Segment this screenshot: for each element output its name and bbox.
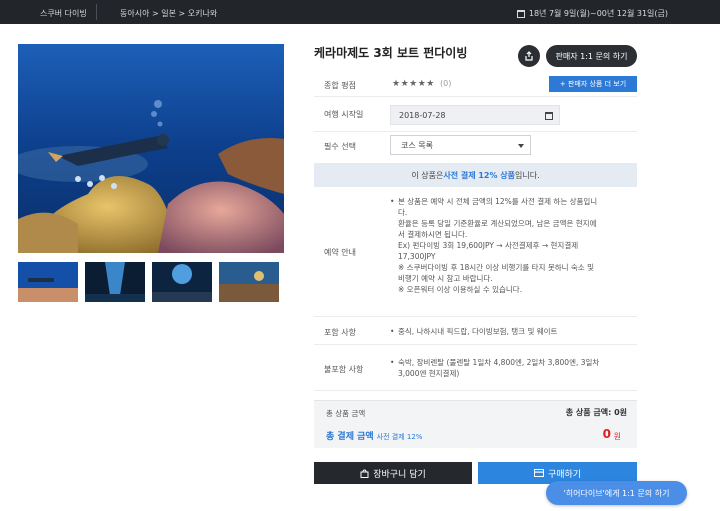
option-label: 필수 선택 [324,142,356,151]
prepayment-rate: 사전 결제 12% [376,433,423,441]
add-to-cart-button[interactable]: 장바구니 담기 [314,462,472,484]
notice-highlight: 사전 결제 12% 상품 [443,170,516,180]
travel-date-value: 2018-07-28 [399,110,446,120]
share-icon [525,51,533,61]
date-label: 여행 시작일 [324,110,364,119]
thumbnail-4[interactable] [219,262,279,302]
thumbnail-1[interactable] [18,262,78,302]
rating-count: (0) [440,79,452,88]
sale-period: 18년 7월 9일(월)~00년 12월 31일(금) [516,8,668,19]
total-product-label: 총 상품 금액 [326,409,366,418]
option-row: 필수 선택 코스 목록 [314,132,637,160]
excluded-line: 숙박, 장비렌탈 (풀렌탈 1일차 4,800엔, 2일차 3,800엔, 3일… [390,357,630,368]
included-label: 포함 사항 [324,328,356,337]
reservation-info: 본 상품은 예약 시 전체 금액의 12%를 사전 결제 하는 상품입니 다. … [390,196,630,295]
underwater-photo [18,44,284,253]
reservation-line: 서 결제하시면 됩니다. [398,230,468,239]
travel-date-input[interactable]: 2018-07-28 [390,105,560,125]
bag-icon [360,468,369,478]
included-text: 중식, 나하시내 픽드랍, 다이빙보험, 탱크 및 웨이트 [390,326,630,337]
top-bar: 스쿠버 다이빙 동아시아 > 일본 > 오키나와 18년 7월 9일(월)~00… [0,0,720,24]
reservation-line: ※ 스쿠버다이빙 후 18시간 이상 비행기를 타지 못하니 숙소 및 [398,263,594,272]
thumbnail-3[interactable] [152,262,212,302]
total-payment-value: 0 [602,427,611,441]
excluded-row: 불포함 사항 숙박, 장비렌탈 (풀렌탈 1일차 4,800엔, 2일차 3,8… [314,345,637,391]
reservation-line: ※ 오픈워터 이상 이용하실 수 있습니다. [398,285,523,294]
reservation-line: 비행기 예약 시 참고 바랍니다. [398,274,493,283]
thumbnail-2[interactable] [85,262,145,302]
date-row: 여행 시작일 2018-07-28 [314,97,637,132]
calendar-icon[interactable] [545,112,553,120]
excluded-info: 숙박, 장비렌탈 (풀렌탈 1일차 4,800엔, 2일차 3,800엔, 3일… [390,357,630,379]
total-payment-unit: 원 [613,432,621,441]
rating-stars: ★★★★★ [392,79,435,89]
divider [96,4,97,20]
rating-row: 종합 평점 ★★★★★ (0) + 판매자 상품 더 보기 [314,73,637,97]
total-payment-label-text: 총 결제 금액 [326,432,374,442]
product-title: 케라마제도 3회 보트 펀다이빙 [314,46,468,60]
seller-inquiry-button[interactable]: 판매자 1:1 문의 하기 [546,45,637,67]
add-to-cart-label: 장바구니 담기 [373,469,426,480]
main-product-photo[interactable] [18,44,284,253]
chat-inquiry-button[interactable]: '히어다이브'에게 1:1 문의 하기 [546,481,687,505]
total-product-value: 총 상품 금액: 0원 [565,408,627,417]
totals-box: 총 상품 금액 총 상품 금액: 0원 총 결제 금액 사전 결제 12% 0 원 [314,400,637,448]
chevron-down-icon [518,144,524,148]
reservation-line: 17,300JPY [398,252,436,261]
card-icon [533,469,544,477]
buy-label: 구매하기 [547,469,582,480]
notice-suffix: 입니다. [515,170,540,180]
reservation-label: 예약 안내 [324,248,356,257]
reservation-line: Ex) 펀다이빙 3회 19,600JPY → 사전결제후 → 현지결제 [398,241,579,250]
reservation-row: 예약 안내 본 상품은 예약 시 전체 금액의 12%를 사전 결제 하는 상품… [314,190,637,317]
course-select[interactable]: 코스 목록 [390,135,531,155]
share-button[interactable] [518,45,540,67]
reservation-line: 본 상품은 예약 시 전체 금액의 12%를 사전 결제 하는 상품입니 [390,196,630,207]
excluded-line: 3,000엔 현지결제) [398,369,460,378]
reservation-line: 다. [398,208,408,217]
rating-label: 종합 평점 [324,81,356,90]
reservation-line: 환율은 등록 당일 기준환율로 계산되었으며, 남은 금액은 현지에 [398,219,597,228]
included-row: 포함 사항 중식, 나하시내 픽드랍, 다이빙보험, 탱크 및 웨이트 [314,317,637,345]
course-select-value: 코스 목록 [401,140,433,150]
prepayment-notice: 이 상품은 사전 결제 12% 상품 입니다. [314,163,637,187]
calendar-icon [516,9,525,18]
breadcrumb[interactable]: 동아시아 > 일본 > 오키나와 [120,8,217,19]
notice-prefix: 이 상품은 [411,170,444,180]
category-link[interactable]: 스쿠버 다이빙 [40,8,87,19]
more-seller-products-button[interactable]: + 판매자 상품 더 보기 [549,76,637,92]
thumbnail-strip [18,262,279,302]
excluded-label: 불포함 사항 [324,365,364,374]
sale-period-text: 18년 7월 9일(월)~00년 12월 31일(금) [528,9,668,18]
total-payment-label: 총 결제 금액 사전 결제 12% [326,429,422,442]
included-info: 중식, 나하시내 픽드랍, 다이빙보험, 탱크 및 웨이트 [390,326,630,337]
